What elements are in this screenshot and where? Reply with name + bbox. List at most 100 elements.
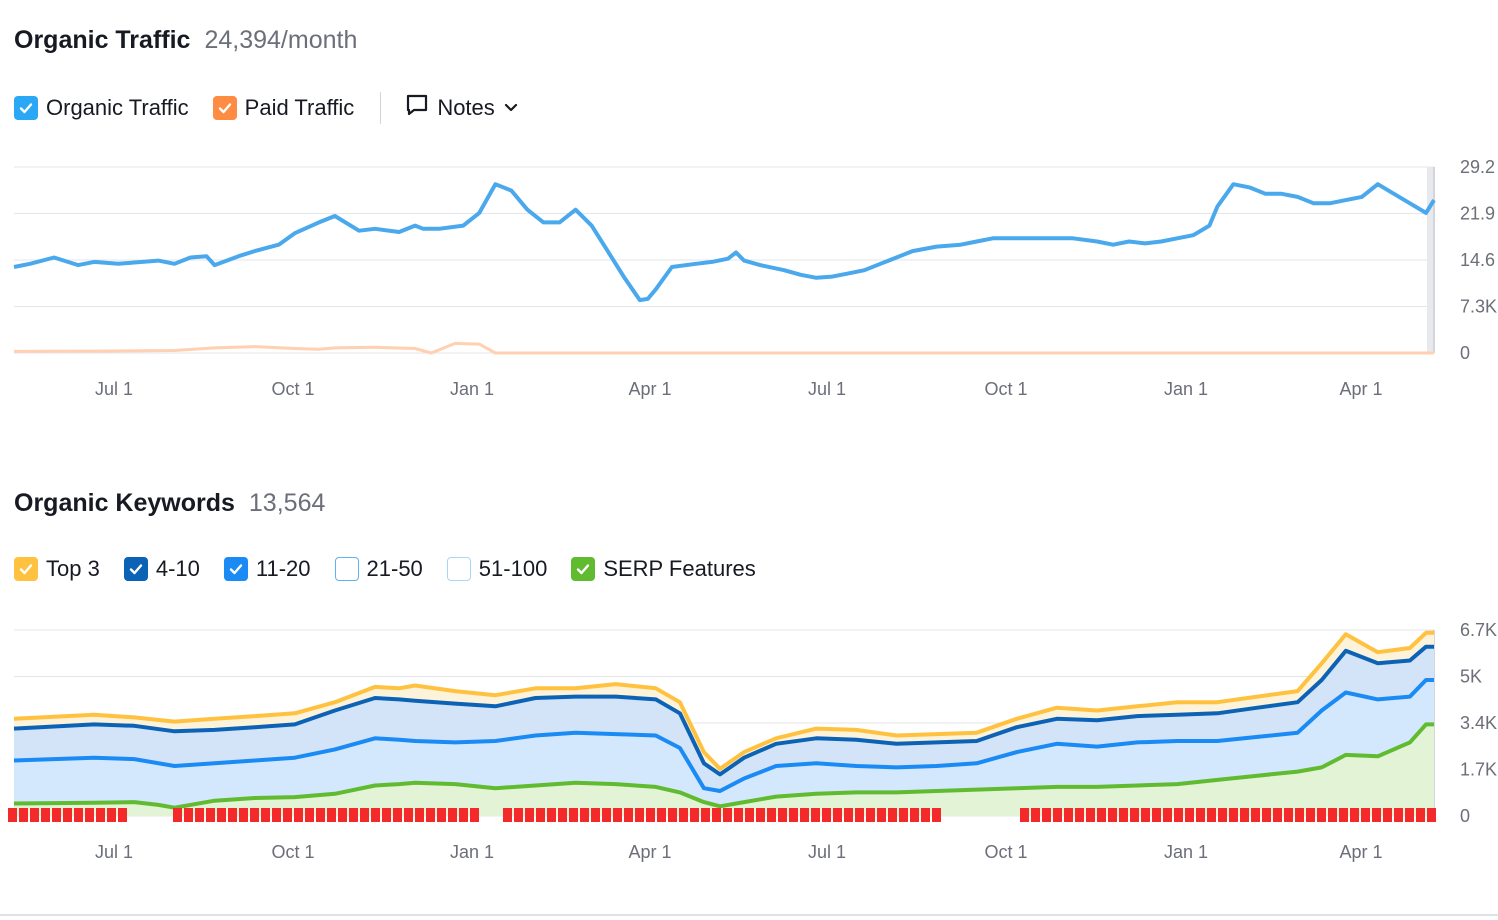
google-update-flag-icon [624,808,633,822]
notes-dropdown[interactable]: Notes [405,93,518,123]
legend-organic-traffic[interactable]: Organic Traffic [14,95,189,121]
keywords-title: Organic Keywords [14,489,235,517]
google-update-flag-icon [932,808,941,822]
google-update-flag-icon [393,808,402,822]
google-update-flag-icon [470,808,479,822]
current-period-marker [1427,167,1433,353]
traffic-header: Organic Traffic 24,394/month [14,26,357,55]
google-update-flag-icon [921,808,930,822]
legend-11-20[interactable]: 11-20 [223,556,311,582]
google-update-flag-icon [811,808,820,822]
google-update-flag-icon [228,808,237,822]
checkbox-checked-icon[interactable] [223,557,248,581]
google-update-flag-icon [635,808,644,822]
google-update-flag-icon [877,808,886,822]
legend-label: Top 3 [46,556,100,581]
google-update-flag-icon [1383,808,1392,822]
google-update-flag-icon [789,808,798,822]
legend-divider [380,92,382,124]
google-update-flag-icon [1273,808,1282,822]
google-update-flag-icon [822,808,831,822]
google-update-flag-icon [107,808,116,822]
checkbox-checked-icon[interactable] [14,96,38,120]
google-update-flag-icon [800,808,809,822]
google-update-flag-icon [1075,808,1084,822]
series-line-paid-traffic [13,341,1434,355]
google-update-flag-icon [1339,808,1348,822]
google-update-flag-icon [1031,808,1040,822]
google-update-flag-icon [1185,808,1194,822]
chevron-down-icon [503,95,519,121]
legend-label: Organic Traffic [46,95,189,120]
google-update-flag-icon [173,808,182,822]
google-update-flag-icon [536,808,545,822]
y-tick-label: 29.2 [1460,157,1495,177]
google-update-flag-icon [316,808,325,822]
legend-4-10[interactable]: 4-10 [123,556,200,582]
google-update-flag-icon [1119,808,1128,822]
google-update-flag-icon [74,808,83,822]
series-line-organic-traffic [13,182,1436,303]
comment-icon [405,93,429,123]
google-update-flag-icon [1218,808,1227,822]
legend-paid-traffic[interactable]: Paid Traffic [212,95,354,121]
checkbox-checked-icon[interactable] [212,96,237,120]
google-update-flag-icon [1361,808,1370,822]
x-tick-label: Jul 1 [95,842,133,862]
google-update-flag-icon [1284,808,1293,822]
google-update-flag-icon [1196,808,1205,822]
google-update-flag-icon [63,808,72,822]
x-tick-label: Apr 1 [628,842,671,862]
google-update-flag-icon [96,808,105,822]
google-update-flag-icon [1097,808,1106,822]
legend-serp-features[interactable]: SERP Features [571,556,756,582]
legend-label: 51-100 [478,556,548,581]
google-update-flag-icon [1020,808,1029,822]
x-tick-label: Jul 1 [95,379,133,399]
legend-51-100[interactable]: 51-100 [446,556,548,582]
google-update-flag-icon [1152,808,1161,822]
google-update-flag-icon [437,808,446,822]
y-tick-label: 0 [1460,806,1470,826]
google-update-flag-icon [404,808,413,822]
google-update-flag-icon [1317,808,1326,822]
x-tick-label: Jul 1 [808,379,846,399]
google-update-flag-icon [525,808,534,822]
keywords-header: Organic Keywords 13,564 [14,489,325,518]
google-update-flag-icon [1130,808,1139,822]
legend-label: 21-50 [366,556,423,581]
legend-21-50[interactable]: 21-50 [334,556,423,582]
google-update-flag-icon [613,808,622,822]
google-update-flag-icon [1350,808,1359,822]
google-update-flag-icon [305,808,314,822]
google-update-flag-icon [1262,808,1271,822]
google-update-flag-icon [1372,808,1381,822]
google-update-flag-icon [1295,808,1304,822]
google-update-flag-icon [327,808,336,822]
x-tick-label: Jan 1 [450,379,494,399]
notes-label: Notes [437,95,495,120]
checkbox-unchecked-icon[interactable] [334,557,359,581]
checkbox-checked-icon[interactable] [123,557,148,581]
checkbox-checked-icon[interactable] [14,557,38,581]
google-update-flag-icon [1416,808,1425,822]
google-update-flag-icon [1064,808,1073,822]
y-tick-label: 5K [1460,667,1482,687]
y-tick-label: 6.7K [1460,620,1497,640]
google-update-flag-icon [206,808,215,822]
checkbox-unchecked-icon[interactable] [446,557,471,581]
keywords-value: 13,564 [248,489,326,517]
checkbox-checked-icon[interactable] [571,557,596,581]
traffic-chart: 0 7.3K 14.6 21.9 29.2 Jul 1 Oct 1 Jan 1 Apr 1 Jul… [13,157,1497,399]
y-tick-label: 0 [1460,343,1470,363]
legend-top-3[interactable]: Top 3 [14,556,100,582]
legend-label: SERP Features [603,556,756,581]
legend-label: 4-10 [155,556,200,581]
google-update-flag-icon [1251,808,1260,822]
google-update-flag-icon [272,808,281,822]
google-update-flag-icon [184,808,193,822]
x-tick-label: Jan 1 [450,842,494,862]
google-update-flag-icon [1394,808,1403,822]
google-update-flag-icon [426,808,435,822]
google-update-flag-icon [217,808,226,822]
